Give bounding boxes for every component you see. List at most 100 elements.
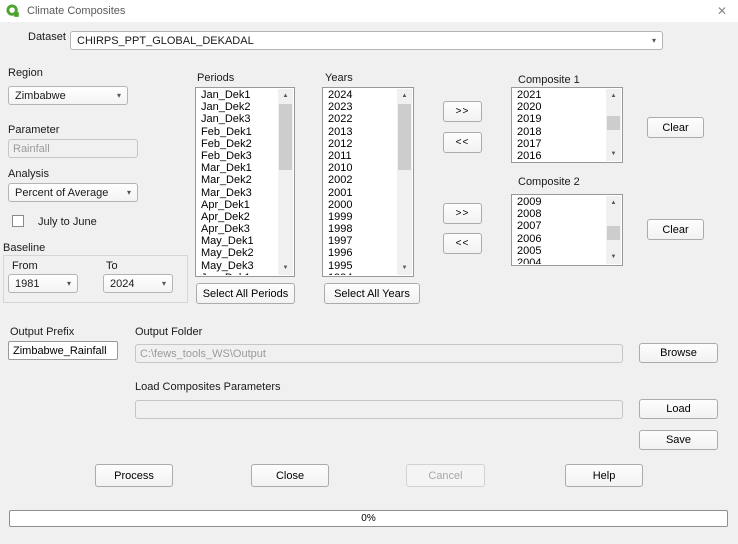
scroll-up-icon[interactable]: ▲ — [278, 89, 293, 103]
add-to-composite2-button[interactable]: >> — [443, 203, 482, 224]
clear-composite2-button[interactable]: Clear — [647, 219, 704, 240]
list-item[interactable]: Apr_Dek2 — [197, 211, 277, 223]
july-to-june-checkbox[interactable] — [12, 215, 24, 227]
scrollbar-thumb[interactable] — [607, 226, 620, 240]
composite2-label: Composite 2 — [518, 176, 580, 188]
region-label: Region — [8, 67, 43, 79]
years-label: Years — [325, 72, 353, 84]
list-item[interactable]: 2002 — [324, 174, 396, 186]
select-all-years-button[interactable]: Select All Years — [324, 283, 420, 304]
list-item[interactable]: Feb_Dek3 — [197, 150, 277, 162]
baseline-to-combobox[interactable]: 2024 ▾ — [103, 274, 173, 293]
load-button[interactable]: Load — [639, 399, 718, 419]
years-listbox[interactable]: 2024202320222013201220112010200220012000… — [322, 87, 414, 277]
list-item[interactable]: Mar_Dek3 — [197, 187, 277, 199]
scroll-down-icon[interactable]: ▼ — [606, 147, 621, 161]
list-item[interactable]: 2022 — [324, 113, 396, 125]
list-item[interactable]: Feb_Dek2 — [197, 138, 277, 150]
chevron-down-icon: ▾ — [63, 280, 71, 288]
list-item[interactable]: 2007 — [513, 220, 605, 232]
list-item[interactable]: Feb_Dek1 — [197, 126, 277, 138]
add-to-composite1-button[interactable]: >> — [443, 101, 482, 122]
composite2-scrollbar[interactable]: ▲ ▼ — [606, 196, 621, 264]
list-item[interactable]: 2005 — [513, 245, 605, 257]
help-button[interactable]: Help — [565, 464, 643, 487]
list-item[interactable]: Apr_Dek1 — [197, 199, 277, 211]
save-button[interactable]: Save — [639, 430, 718, 450]
load-composites-field — [135, 400, 623, 419]
list-item[interactable]: 2019 — [513, 113, 605, 125]
list-item[interactable]: 1999 — [324, 211, 396, 223]
list-item[interactable]: Jun_Dek1 — [197, 272, 277, 275]
list-item[interactable]: 2018 — [513, 126, 605, 138]
list-item[interactable]: 2001 — [324, 187, 396, 199]
list-item[interactable]: 2016 — [513, 150, 605, 161]
remove-from-composite1-button[interactable]: << — [443, 132, 482, 153]
composite1-listbox[interactable]: 202120202019201820172016 ▲ ▼ — [511, 87, 623, 163]
scrollbar-thumb[interactable] — [398, 104, 411, 170]
analysis-combobox[interactable]: Percent of Average ▾ — [8, 183, 138, 202]
clear-composite1-button[interactable]: Clear — [647, 117, 704, 138]
list-item[interactable]: 2020 — [513, 101, 605, 113]
remove-from-composite2-button[interactable]: << — [443, 233, 482, 254]
list-item[interactable]: Jan_Dek2 — [197, 101, 277, 113]
list-item[interactable]: 2010 — [324, 162, 396, 174]
list-item[interactable]: 2009 — [513, 196, 605, 208]
scroll-down-icon[interactable]: ▼ — [278, 261, 293, 275]
list-item[interactable]: Mar_Dek1 — [197, 162, 277, 174]
select-all-periods-button[interactable]: Select All Periods — [196, 283, 295, 304]
list-item[interactable]: May_Dek1 — [197, 235, 277, 247]
baseline-from-combobox[interactable]: 1981 ▾ — [8, 274, 78, 293]
list-item[interactable]: 2017 — [513, 138, 605, 150]
list-item[interactable]: 2000 — [324, 199, 396, 211]
list-item[interactable]: 2021 — [513, 89, 605, 101]
list-item[interactable]: Jan_Dek1 — [197, 89, 277, 101]
years-scrollbar[interactable]: ▲ ▼ — [397, 89, 412, 275]
region-combobox[interactable]: Zimbabwe ▾ — [8, 86, 128, 105]
progress-bar: 0% — [9, 510, 728, 527]
list-item[interactable]: 1996 — [324, 247, 396, 259]
parameter-field — [8, 139, 138, 158]
list-item[interactable]: 1998 — [324, 223, 396, 235]
list-item[interactable]: 2013 — [324, 126, 396, 138]
list-item[interactable]: Apr_Dek3 — [197, 223, 277, 235]
chevron-down-icon: ▾ — [648, 37, 656, 45]
close-icon[interactable]: ✕ — [714, 3, 730, 19]
list-item[interactable]: 2004 — [513, 257, 605, 264]
periods-listbox[interactable]: Jan_Dek1Jan_Dek2Jan_Dek3Feb_Dek1Feb_Dek2… — [195, 87, 295, 277]
dataset-combobox[interactable]: CHIRPS_PPT_GLOBAL_DEKADAL ▾ — [70, 31, 663, 50]
composite1-scrollbar[interactable]: ▲ ▼ — [606, 89, 621, 161]
scroll-up-icon[interactable]: ▲ — [606, 196, 621, 210]
list-item[interactable]: 2012 — [324, 138, 396, 150]
list-item[interactable]: 2008 — [513, 208, 605, 220]
climate-composites-window: Climate Composites ✕ Dataset CHIRPS_PPT_… — [0, 0, 738, 544]
list-item[interactable]: May_Dek3 — [197, 260, 277, 272]
chevron-down-icon: ▾ — [158, 280, 166, 288]
composite2-listbox[interactable]: 200920082007200620052004 ▲ ▼ — [511, 194, 623, 266]
process-button[interactable]: Process — [95, 464, 173, 487]
list-item[interactable]: 2006 — [513, 233, 605, 245]
scroll-down-icon[interactable]: ▼ — [397, 261, 412, 275]
scroll-down-icon[interactable]: ▼ — [606, 250, 621, 264]
periods-scrollbar[interactable]: ▲ ▼ — [278, 89, 293, 275]
list-item[interactable]: Jan_Dek3 — [197, 113, 277, 125]
july-to-june-label: July to June — [38, 216, 97, 228]
scrollbar-thumb[interactable] — [607, 116, 620, 130]
output-prefix-input[interactable] — [8, 341, 118, 360]
dataset-label: Dataset — [28, 31, 66, 43]
list-item[interactable]: 1997 — [324, 235, 396, 247]
browse-button[interactable]: Browse — [639, 343, 718, 363]
close-button[interactable]: Close — [251, 464, 329, 487]
list-item[interactable]: 2011 — [324, 150, 396, 162]
list-item[interactable]: 1995 — [324, 260, 396, 272]
scroll-up-icon[interactable]: ▲ — [397, 89, 412, 103]
scrollbar-thumb[interactable] — [279, 104, 292, 170]
list-item[interactable]: 2023 — [324, 101, 396, 113]
cancel-button: Cancel — [406, 464, 485, 487]
scroll-up-icon[interactable]: ▲ — [606, 89, 621, 103]
list-item[interactable]: Mar_Dek2 — [197, 174, 277, 186]
progress-value: 0% — [361, 513, 375, 524]
list-item[interactable]: 2024 — [324, 89, 396, 101]
list-item[interactable]: May_Dek2 — [197, 247, 277, 259]
list-item[interactable]: 1994 — [324, 272, 396, 275]
